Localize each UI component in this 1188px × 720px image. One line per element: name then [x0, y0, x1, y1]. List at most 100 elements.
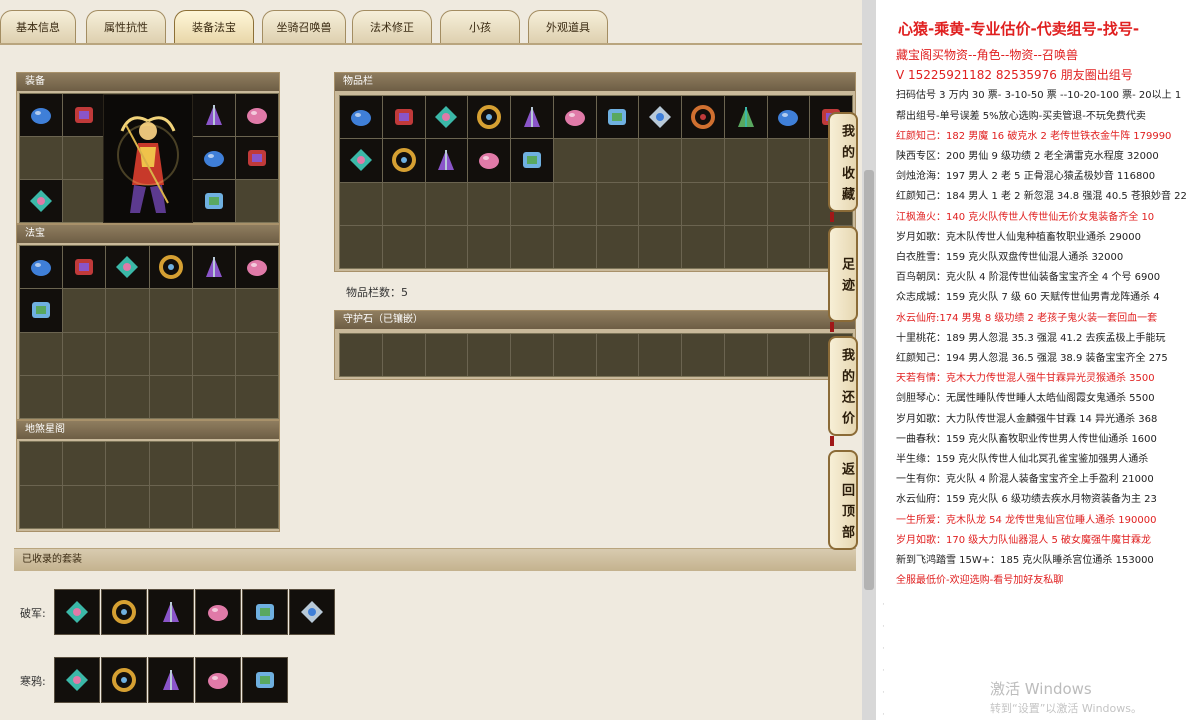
equip-slot-slot[interactable] [192, 180, 235, 222]
fabao-slot-slot[interactable] [63, 332, 106, 375]
fabao-slot-slot[interactable] [20, 332, 63, 375]
dizhu-slot-slot[interactable] [235, 485, 278, 528]
fabao-slot-slot[interactable] [63, 375, 106, 418]
my-bargain-button[interactable]: 我的还价 [828, 336, 858, 436]
item-slot-slot[interactable] [553, 139, 596, 182]
character-avatar[interactable] [103, 94, 193, 223]
item-slot-slot[interactable] [596, 139, 639, 182]
item-slot-slot[interactable] [468, 96, 510, 139]
item-slot-slot[interactable] [511, 139, 553, 182]
item-slot-slot[interactable] [682, 139, 724, 182]
fabao-slot-slot[interactable] [192, 246, 235, 289]
guard-slot-slot[interactable] [639, 334, 681, 376]
fabao-slot-slot[interactable] [20, 375, 63, 418]
item-slot-slot[interactable] [596, 225, 639, 268]
back-to-top-button[interactable]: 返回顶部 [828, 450, 858, 550]
scrollbar-thumb[interactable] [864, 170, 874, 590]
item-slot-slot[interactable] [425, 139, 468, 182]
guard-slot-slot[interactable] [382, 334, 425, 376]
item-slot-slot[interactable] [724, 225, 767, 268]
item-slot-slot[interactable] [767, 182, 810, 225]
item-slot-slot[interactable] [511, 182, 553, 225]
dizhu-slot-slot[interactable] [235, 442, 278, 485]
fabao-slot-slot[interactable] [192, 332, 235, 375]
dizhu-slot-slot[interactable] [192, 442, 235, 485]
item-slot-slot[interactable] [511, 96, 553, 139]
item-slot-slot[interactable] [639, 139, 681, 182]
item-slot-slot[interactable] [340, 225, 382, 268]
hanya-set-piece[interactable] [148, 657, 194, 703]
dizhu-slot-slot[interactable] [63, 485, 106, 528]
guard-slot-slot[interactable] [724, 334, 767, 376]
item-slot-slot[interactable] [382, 96, 425, 139]
tab-0[interactable]: 基本信息 [0, 10, 76, 44]
dizhu-slot-slot[interactable] [149, 442, 192, 485]
pojun-set-piece[interactable] [242, 589, 288, 635]
item-slot-slot[interactable] [596, 182, 639, 225]
guard-slot-slot[interactable] [340, 334, 382, 376]
item-slot-slot[interactable] [767, 225, 810, 268]
dizhu-slot-slot[interactable] [20, 442, 63, 485]
guard-slot-slot[interactable] [511, 334, 553, 376]
equip-slot-slot[interactable] [63, 137, 106, 179]
guard-slot-slot[interactable] [468, 334, 510, 376]
item-slot-slot[interactable] [340, 139, 382, 182]
guard-slot-slot[interactable] [767, 334, 810, 376]
fabao-slot-slot[interactable] [63, 289, 106, 332]
equip-slot-slot[interactable] [192, 137, 235, 179]
item-slot-slot[interactable] [682, 182, 724, 225]
dizhu-slot-slot[interactable] [106, 485, 149, 528]
pojun-set-piece[interactable] [101, 589, 147, 635]
my-favorites-button[interactable]: 我的收藏 [828, 112, 858, 212]
item-slot-slot[interactable] [553, 225, 596, 268]
item-slot-slot[interactable] [340, 96, 382, 139]
pojun-set-piece[interactable] [289, 589, 335, 635]
fabao-slot-slot[interactable] [20, 289, 63, 332]
fabao-slot-slot[interactable] [149, 375, 192, 418]
equip-slot-slot[interactable] [20, 94, 63, 136]
equip-slot-slot[interactable] [63, 180, 106, 222]
item-slot-slot[interactable] [382, 225, 425, 268]
item-slot-slot[interactable] [340, 182, 382, 225]
item-slot-slot[interactable] [382, 182, 425, 225]
hanya-set-piece[interactable] [54, 657, 100, 703]
footprint-button[interactable]: 足迹 [828, 226, 858, 322]
tab-5[interactable]: 小孩 [440, 10, 520, 44]
item-slot-slot[interactable] [767, 139, 810, 182]
tab-4[interactable]: 法术修正 [352, 10, 432, 44]
fabao-slot-slot[interactable] [63, 246, 106, 289]
equip-slot-slot[interactable] [192, 94, 235, 136]
item-slot-slot[interactable] [724, 139, 767, 182]
item-slot-slot[interactable] [596, 96, 639, 139]
fabao-slot-slot[interactable] [149, 289, 192, 332]
tab-6[interactable]: 外观道具 [528, 10, 608, 44]
item-slot-slot[interactable] [382, 139, 425, 182]
fabao-slot-slot[interactable] [149, 246, 192, 289]
fabao-slot-slot[interactable] [106, 246, 149, 289]
fabao-slot-slot[interactable] [106, 289, 149, 332]
item-slot-slot[interactable] [425, 182, 468, 225]
pojun-set-piece[interactable] [148, 589, 194, 635]
dizhu-slot-slot[interactable] [63, 442, 106, 485]
equip-slot-slot[interactable] [235, 94, 278, 136]
item-slot-slot[interactable] [639, 96, 681, 139]
fabao-slot-slot[interactable] [235, 246, 278, 289]
item-slot-slot[interactable] [639, 225, 681, 268]
hanya-set-piece[interactable] [101, 657, 147, 703]
fabao-slot-slot[interactable] [20, 246, 63, 289]
item-slot-slot[interactable] [682, 225, 724, 268]
item-slot-slot[interactable] [425, 225, 468, 268]
equip-slot-slot[interactable] [235, 137, 278, 179]
fabao-slot-slot[interactable] [106, 375, 149, 418]
tab-2[interactable]: 装备法宝 [174, 10, 254, 44]
equip-slot-slot[interactable] [235, 180, 278, 222]
equip-slot-slot[interactable] [20, 180, 63, 222]
fabao-slot-slot[interactable] [235, 375, 278, 418]
item-slot-slot[interactable] [639, 182, 681, 225]
item-slot-slot[interactable] [682, 96, 724, 139]
equip-slot-slot[interactable] [63, 94, 106, 136]
guard-slot-slot[interactable] [425, 334, 468, 376]
dizhu-slot-slot[interactable] [149, 485, 192, 528]
item-slot-slot[interactable] [553, 96, 596, 139]
item-slot-slot[interactable] [468, 225, 510, 268]
